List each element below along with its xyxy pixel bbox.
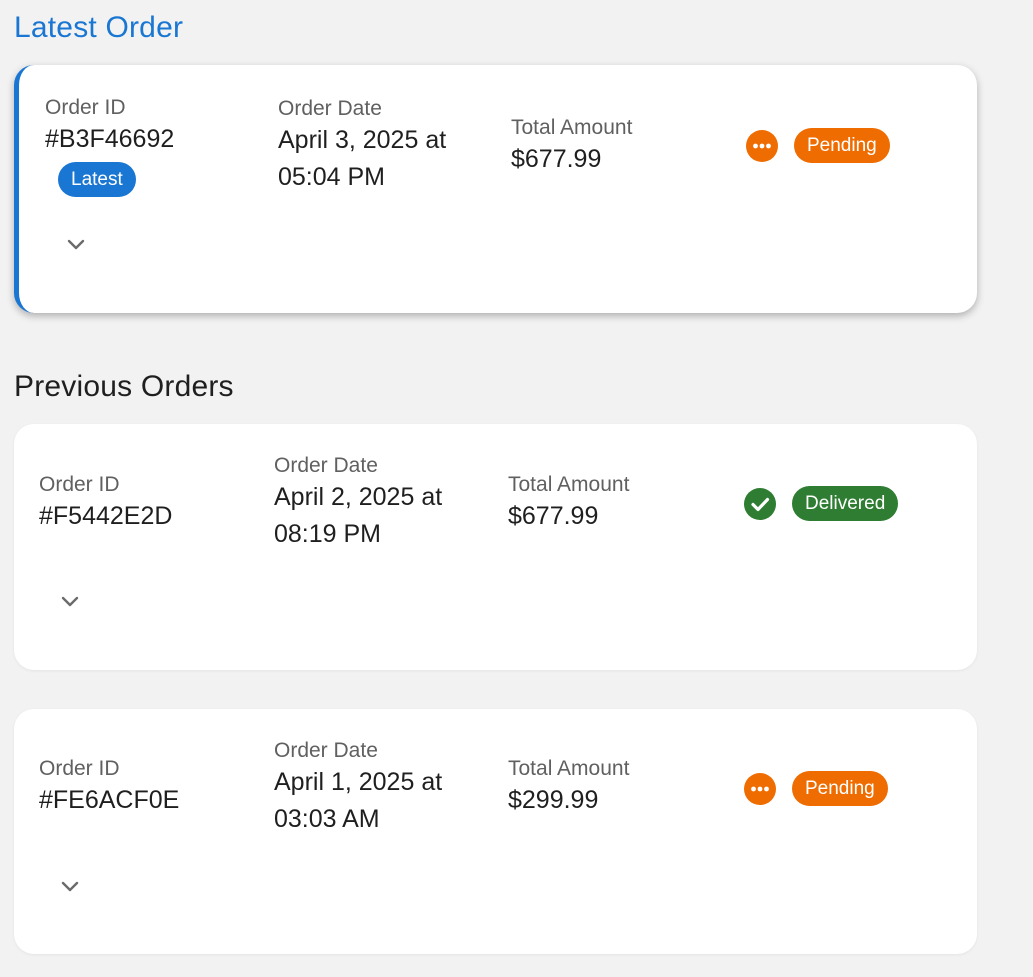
order-id-label: Order ID — [45, 96, 126, 119]
total-amount-column: Total Amount $677.99 — [508, 472, 629, 535]
total-amount-value: $299.99 — [508, 786, 599, 814]
total-amount-value: $677.99 — [511, 145, 602, 173]
status-group: Pending — [746, 128, 890, 163]
order-date-line1: April 2, 2025 at — [274, 483, 443, 511]
chevron-down-icon[interactable] — [58, 875, 82, 899]
total-amount-column: Total Amount $299.99 — [508, 756, 629, 819]
order-id-column: Order ID #B3F46692 Latest — [45, 95, 174, 197]
total-amount-value: $677.99 — [508, 502, 599, 530]
order-id-label: Order ID — [39, 473, 120, 496]
order-date-line1: April 1, 2025 at — [274, 768, 443, 796]
order-id-value: #B3F46692 — [45, 125, 175, 153]
order-card[interactable]: Order ID #FE6ACF0E Order Date April 1, 2… — [14, 709, 977, 954]
status-badge: Delivered — [792, 486, 899, 521]
order-id-column: Order ID #FE6ACF0E — [39, 756, 179, 819]
latest-badge: Latest — [58, 162, 136, 197]
order-date-label: Order Date — [274, 454, 378, 477]
order-id-value: #FE6ACF0E — [39, 786, 180, 814]
check-circle-icon — [744, 487, 776, 520]
status-group: Pending — [744, 771, 888, 806]
order-id-value: #F5442E2D — [39, 502, 173, 530]
order-date-column: Order Date April 2, 2025 at 08:19 PM — [274, 453, 442, 553]
latest-order-heading: Latest Order — [14, 11, 184, 44]
status-badge: Pending — [792, 771, 888, 806]
order-date-line1: April 3, 2025 at — [278, 126, 447, 154]
latest-order-card[interactable]: Order ID #B3F46692 Latest Order Date Apr… — [14, 65, 977, 313]
chevron-down-icon[interactable] — [64, 233, 88, 257]
order-date-line2: 08:19 PM — [274, 520, 382, 548]
order-date-line2: 03:03 AM — [274, 805, 380, 833]
order-date-column: Order Date April 3, 2025 at 05:04 PM — [278, 96, 446, 196]
order-date-label: Order Date — [278, 97, 382, 120]
previous-orders-heading: Previous Orders — [14, 370, 234, 403]
order-id-label: Order ID — [39, 757, 120, 780]
order-card[interactable]: Order ID #F5442E2D Order Date April 2, 2… — [14, 424, 977, 670]
total-amount-label: Total Amount — [511, 116, 633, 139]
more-horiz-icon — [746, 129, 778, 162]
order-date-column: Order Date April 1, 2025 at 03:03 AM — [274, 738, 442, 838]
more-horiz-icon — [744, 772, 776, 805]
total-amount-label: Total Amount — [508, 757, 630, 780]
total-amount-column: Total Amount $677.99 — [511, 115, 632, 178]
chevron-down-icon[interactable] — [58, 590, 82, 614]
order-date-line2: 05:04 PM — [278, 163, 386, 191]
order-id-column: Order ID #F5442E2D — [39, 472, 172, 535]
total-amount-label: Total Amount — [508, 473, 630, 496]
status-group: Delivered — [744, 486, 899, 521]
status-badge: Pending — [794, 128, 890, 163]
order-date-label: Order Date — [274, 739, 378, 762]
